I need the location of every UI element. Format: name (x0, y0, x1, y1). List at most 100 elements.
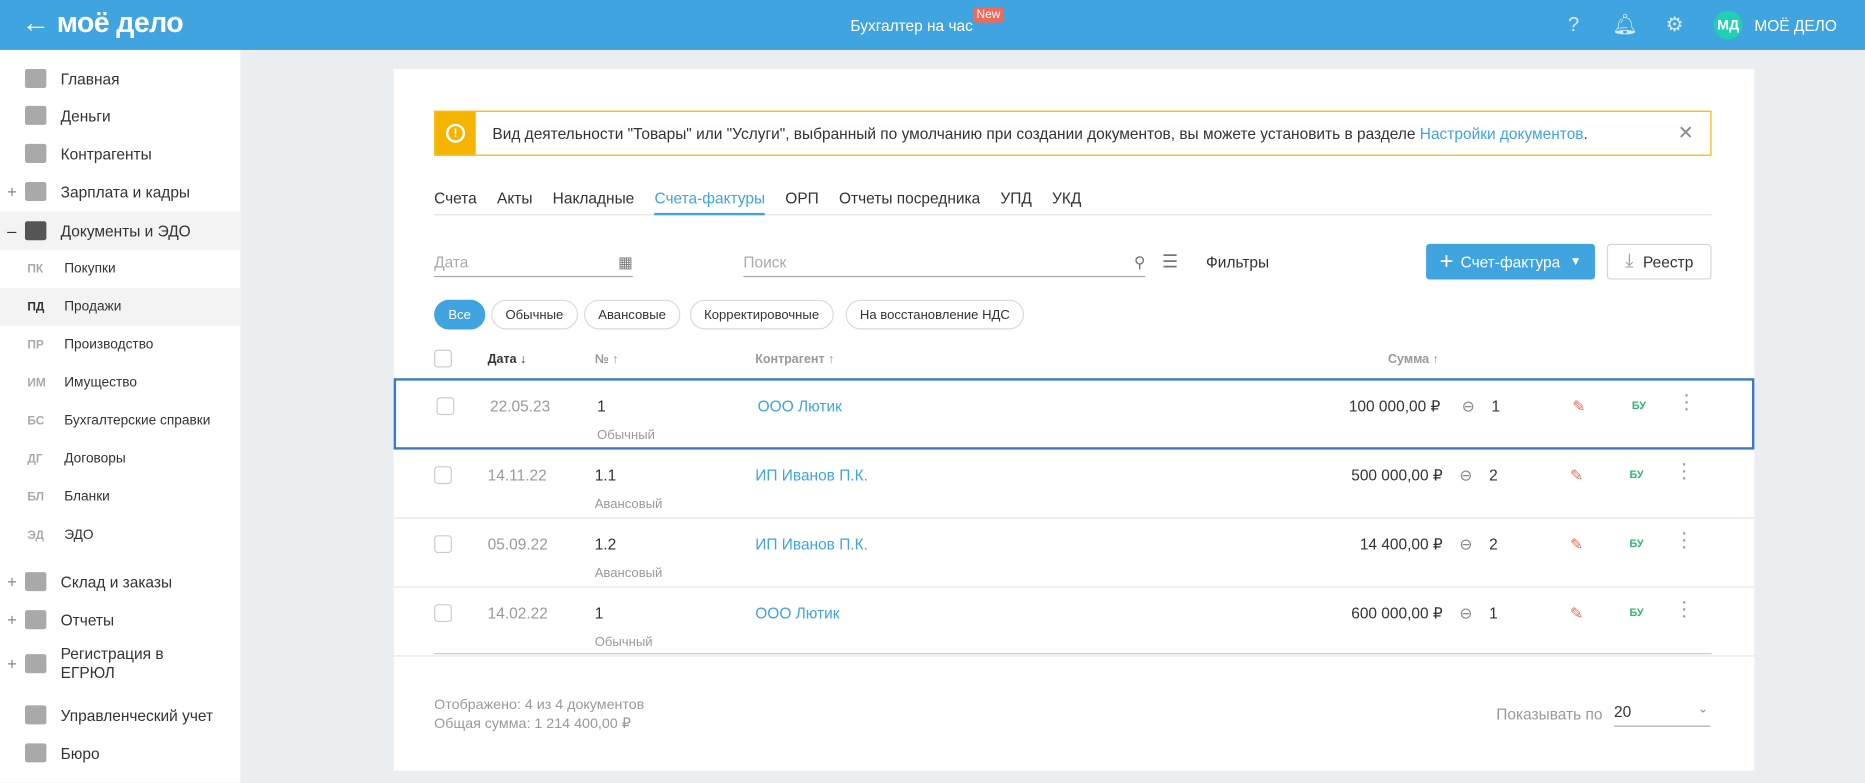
sign-edit-icon[interactable]: ✎ (1570, 466, 1583, 485)
row-link-count[interactable]: 2 (1489, 535, 1498, 553)
col-num[interactable]: № ↑ (595, 352, 619, 366)
tab-orp[interactable]: ОРП (785, 189, 818, 215)
sign-edit-icon[interactable]: ✎ (1570, 535, 1583, 554)
tab-tax-invoices[interactable]: Счета-фактуры (654, 189, 766, 216)
more-menu-icon[interactable]: · · · (1681, 521, 1688, 557)
chip-advance[interactable]: Авансовые (583, 299, 681, 330)
row-contractor-link[interactable]: ООО Лютик (755, 604, 839, 622)
tab-ukd[interactable]: УКД (1052, 189, 1081, 215)
document-settings-link[interactable]: Настройки документов (1420, 124, 1584, 142)
chip-corrective[interactable]: Корректировочные (689, 299, 834, 330)
sidebar-item-money[interactable]: Деньги (0, 96, 240, 134)
accounting-badge: БУ (1631, 399, 1646, 412)
expand-icon[interactable]: + (7, 610, 19, 629)
row-number[interactable]: 1 (597, 397, 606, 415)
sidebar-sub-purchases[interactable]: ПК Покупки (0, 250, 240, 288)
row-link-count[interactable]: 1 (1492, 397, 1501, 415)
sidebar-sub-sales[interactable]: ПД Продажи (0, 287, 241, 326)
accounting-badge: БУ (1629, 537, 1644, 550)
accountant-per-hour-link[interactable]: Бухгалтер на час (850, 17, 972, 35)
col-contractor[interactable]: Контрагент ↑ (755, 352, 834, 366)
chip-regular[interactable]: Обычные (491, 299, 578, 330)
row-link-count[interactable]: 2 (1489, 466, 1498, 484)
sidebar-item-documents[interactable]: – Документы и ЭДО (0, 211, 241, 250)
expand-icon[interactable]: + (7, 572, 19, 591)
company-name[interactable]: МОЁ ДЕЛО (1754, 17, 1836, 35)
tab-agent-reports[interactable]: Отчеты посредника (839, 189, 980, 215)
sub-label: Продажи (64, 299, 122, 315)
sidebar-item-reports[interactable]: + Отчеты (0, 601, 240, 639)
chip-all[interactable]: Все (434, 299, 486, 330)
expand-icon[interactable]: + (7, 182, 19, 201)
gear-icon[interactable]: ⚙ (1663, 13, 1687, 37)
collapse-icon[interactable]: – (7, 221, 19, 240)
sub-label: Бланки (64, 490, 110, 505)
col-sum[interactable]: Сумма ↑ (1388, 352, 1439, 366)
sidebar-item-bureau[interactable]: Бюро (0, 734, 240, 772)
more-menu-icon[interactable]: · · · (1681, 452, 1688, 488)
bell-icon[interactable]: 🔔︎ (1612, 13, 1638, 37)
date-input[interactable]: Дата ▦ (434, 253, 633, 278)
expand-icon[interactable]: + (7, 654, 19, 673)
row-contractor-link[interactable]: ИП Иванов П.К. (755, 535, 868, 553)
tab-waybills[interactable]: Накладные (553, 189, 635, 215)
link-icon[interactable]: ⊖ (1459, 535, 1472, 554)
sidebar-sub-blanks[interactable]: БЛ Бланки (0, 478, 240, 516)
calendar-icon[interactable]: ▦ (618, 253, 633, 272)
per-page-select[interactable]: 20 ⌄ (1614, 703, 1711, 727)
sidebar-item-management[interactable]: Управленческий учет (0, 696, 240, 734)
row-number[interactable]: 1 (595, 604, 604, 622)
sidebar-sub-contracts[interactable]: ДГ Договоры (0, 440, 240, 478)
sidebar-sub-edo[interactable]: ЭД ЭДО (0, 516, 240, 554)
search-input[interactable]: Поиск ⚲ (743, 253, 1146, 278)
sidebar-sub-production[interactable]: ПР Производство (0, 326, 240, 364)
filters-button[interactable]: Фильтры (1206, 253, 1269, 271)
briefcase-icon (24, 743, 47, 763)
table-row[interactable]: 14.02.22 1 Обычный ООО Лютик 600 000,00 … (393, 588, 1755, 657)
sidebar-sub-acc-statements[interactable]: БС Бухгалтерские справки (0, 402, 240, 440)
create-invoice-button[interactable]: + Счет-фактура ▼ (1426, 243, 1595, 280)
row-checkbox[interactable] (434, 466, 452, 485)
help-icon[interactable]: ? (1562, 13, 1586, 37)
search-icon[interactable]: ⚲ (1134, 253, 1145, 272)
table-row[interactable]: 14.11.22 1.1 Авансовый ИП Иванов П.К. 50… (393, 450, 1755, 519)
close-icon[interactable]: ✕ (1678, 121, 1694, 145)
row-number[interactable]: 1.2 (595, 535, 617, 553)
sidebar-item-contractors[interactable]: Контрагенты (0, 134, 240, 172)
row-link-count[interactable]: 1 (1489, 604, 1498, 622)
sidebar-item-registration[interactable]: + Регистрация в ЕГРЮЛ (0, 639, 240, 689)
sidebar-sub-property[interactable]: ИМ Имущество (0, 364, 240, 402)
registry-button[interactable]: ⤓ Реестр (1606, 243, 1712, 280)
row-checkbox[interactable] (434, 604, 452, 623)
chip-vat-restore[interactable]: На восстановление НДС (845, 299, 1025, 330)
sub-abbr: БС (27, 414, 45, 428)
more-menu-icon[interactable]: · · · (1683, 383, 1690, 419)
row-type: Авансовый (594, 566, 663, 581)
link-icon[interactable]: ⊖ (1459, 466, 1472, 485)
sidebar-item-home[interactable]: Главная (0, 59, 240, 97)
col-date[interactable]: Дата ↓ (488, 352, 527, 366)
link-icon[interactable]: ⊖ (1459, 604, 1472, 623)
row-checkbox[interactable] (436, 397, 455, 416)
table-row[interactable]: 05.09.22 1.2 Авансовый ИП Иванов П.К. 14… (393, 519, 1755, 588)
link-icon[interactable]: ⊖ (1462, 397, 1475, 416)
tab-invoices[interactable]: Счета (434, 189, 477, 215)
row-contractor-link[interactable]: ООО Лютик (758, 397, 842, 415)
row-contractor-link[interactable]: ИП Иванов П.К. (755, 466, 868, 484)
row-number[interactable]: 1.1 (595, 466, 617, 484)
row-checkbox[interactable] (434, 535, 452, 554)
sign-edit-icon[interactable]: ✎ (1572, 397, 1585, 416)
table-row[interactable]: 22.05.23 1 Обычный ООО Лютик 100 000,00 … (393, 378, 1755, 450)
sign-edit-icon[interactable]: ✎ (1570, 604, 1583, 623)
select-all-checkbox[interactable] (434, 349, 452, 368)
logo[interactable]: ← моё дело (21, 7, 183, 40)
avatar[interactable]: МД (1713, 10, 1743, 40)
back-arrow-icon[interactable]: ← (21, 7, 56, 39)
sidebar-item-salary[interactable]: + Зарплата и кадры (0, 172, 240, 210)
more-menu-icon[interactable]: · · · (1681, 590, 1688, 626)
filter-sliders-icon[interactable]: ☰ (1162, 251, 1178, 272)
sidebar-item-label: Деньги (60, 106, 111, 125)
tab-upd[interactable]: УПД (1000, 189, 1031, 215)
sidebar-item-warehouse[interactable]: + Склад и заказы (0, 563, 240, 601)
tab-acts[interactable]: Акты (497, 189, 532, 215)
